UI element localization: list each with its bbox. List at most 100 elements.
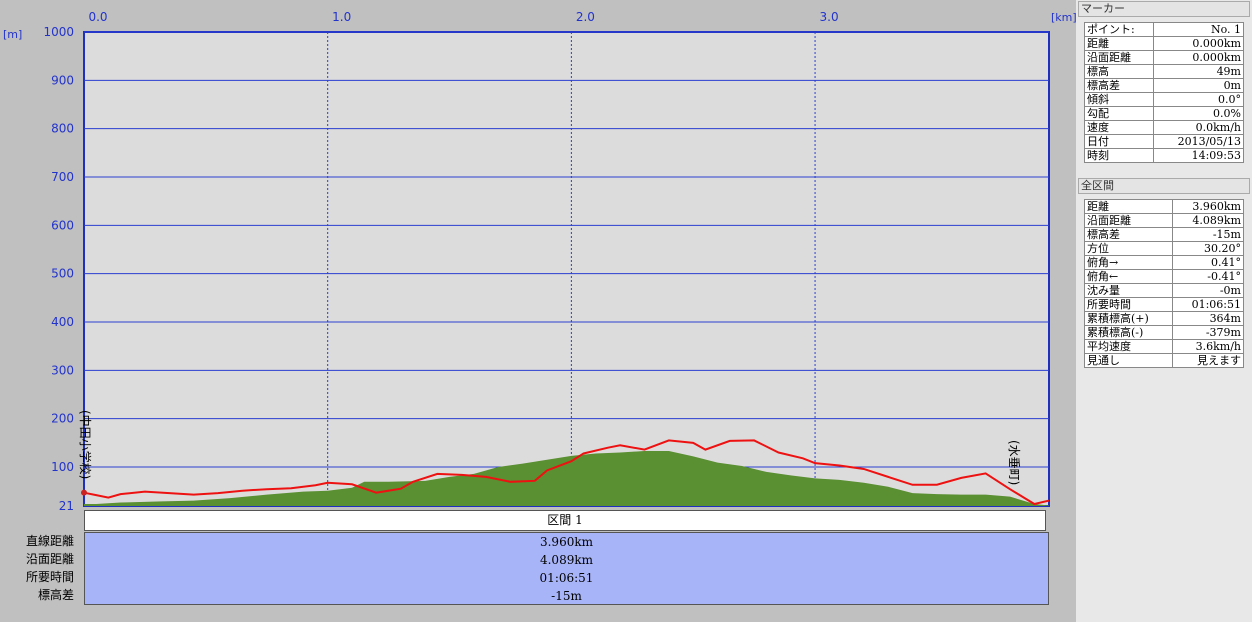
y-unit-label: [m] [3,28,22,41]
y-tick-label: 300 [51,363,74,377]
panel-value: -0.41° [1171,269,1245,284]
section-label: 直線距離 [25,534,74,548]
panel-value: 見えます [1171,353,1245,368]
x-unit-label: [km] [1051,11,1076,24]
panel-row: 方位 30.20° [1084,241,1245,256]
start-marker [81,489,87,496]
panel-value: 0.41° [1171,255,1245,270]
panel-row: 累積標高(-) -379m [1084,325,1245,340]
panel-value: -0m [1171,283,1245,298]
section-value: -15m [551,589,582,603]
panel-row: 日付 2013/05/13 [1083,134,1244,149]
panel-value: 0.0% [1153,106,1244,121]
panel-row: 沈み量 -0m [1084,283,1245,298]
panel-value: 30.20° [1171,241,1245,256]
panel-key: 距離 [1083,36,1155,51]
section-header: 区間 1 [84,510,1046,531]
panel-value: 2013/05/13 [1153,134,1244,149]
y-tick-label: 21 [59,499,74,510]
y-tick-label: 1000 [43,25,74,39]
section-labels: 直線距離 沿面距離 所要時間 標高差 [0,532,80,604]
panel-row: 時刻 14:09:53 [1083,148,1244,163]
panel-value: 364m [1171,311,1245,326]
y-tick-label: 100 [51,460,74,474]
info-panel: マーカー ポイント: No. 1 距離 0.000km 沿面距離 0.000km 標高 49m… [1076,0,1252,622]
y-tick-label: 500 [51,267,74,281]
panel-value: No. 1 [1153,22,1244,37]
panel-key: 累積標高(+) [1084,311,1173,326]
panel-row: ポイント: No. 1 [1083,22,1244,37]
panel-row: 標高差 0m [1083,78,1244,93]
panel-key: 俯角→ [1084,255,1173,270]
panel-value: 0.0km/h [1153,120,1244,135]
panel-row: 標高 49m [1083,64,1244,79]
panel-key: 平均速度 [1084,339,1173,354]
panel-row: 距離 3.960km [1084,199,1245,214]
panel-key: 勾配 [1083,106,1155,121]
panel-row: 累積標高(+) 364m [1084,311,1245,326]
panel-key: 所要時間 [1084,297,1173,312]
panel-key: 沿面距離 [1084,213,1173,228]
panel-value: 0.0° [1153,92,1244,107]
panel-value: -379m [1171,325,1245,340]
panel-row: 沿面距離 0.000km [1083,50,1244,65]
elevation-chart: 1000 900 800 700 600 500 400 300 200 100 21 0.0 1.0… [3,10,1076,510]
panel-row: 俯角← -0.41° [1084,269,1245,284]
x-tick-label: 1.0 [332,10,351,24]
panel-value: -15m [1171,227,1245,242]
panel-key: 距離 [1084,199,1173,214]
panel-key: 標高差 [1083,78,1155,93]
panel-key: 沿面距離 [1083,50,1155,65]
y-tick-label: 400 [51,315,74,329]
panel-row: 距離 0.000km [1083,36,1244,51]
y-tick-label: 800 [51,122,74,136]
panel-row: 傾斜 0.0° [1083,92,1244,107]
panel-row: 所要時間 01:06:51 [1084,297,1245,312]
panel-row: 平均速度 3.6km/h [1084,339,1245,354]
panel-row: 見通し 見えます [1084,353,1245,368]
y-tick-label: 700 [51,170,74,184]
plot-area [83,31,1050,507]
end-label: (水垂町) [1007,440,1021,485]
panel-key: 日付 [1083,134,1155,149]
section-value: 4.089km [539,553,593,567]
section-value: 3.960km [539,535,593,549]
marker-table: ポイント: No. 1 距離 0.000km 沿面距離 0.000km 標高 49m 標高差 0m… [1083,22,1244,163]
panel-key: 標高差 [1084,227,1173,242]
total-table: 距離 3.960km 沿面距離 4.089km 標高差 -15m 方位 30.20° 俯角→ 0.… [1084,199,1245,368]
panel-value: 0.000km [1153,50,1244,65]
panel-value: 0.000km [1153,36,1244,51]
panel-key: 方位 [1084,241,1173,256]
panel-row: 俯角→ 0.41° [1084,255,1245,270]
panel-value: 4.089km [1171,213,1245,228]
section-value: 01:06:51 [539,571,594,585]
panel-value: 0m [1153,78,1244,93]
section-title: 区間 1 [547,513,583,527]
x-tick-label: 3.0 [820,10,839,24]
section-label: 所要時間 [25,570,74,584]
panel-row: 沿面距離 4.089km [1084,213,1245,228]
panel-value: 49m [1153,64,1244,79]
panel-row: 標高差 -15m [1084,227,1245,242]
x-tick-label: 0.0 [88,10,107,24]
panel-value: 3.960km [1171,199,1245,214]
section-label: 沿面距離 [25,552,74,566]
panel-row: 速度 0.0km/h [1083,120,1244,135]
x-tick-label: 2.0 [576,10,595,24]
panel-row: 勾配 0.0% [1083,106,1244,121]
start-label: (中田小学校) [78,410,93,479]
panel-value: 01:06:51 [1171,297,1245,312]
y-tick-label: 600 [51,218,74,232]
panel-key: 時刻 [1083,148,1155,163]
marker-panel-title[interactable]: マーカー [1078,1,1250,17]
total-panel-title[interactable]: 全区間 [1078,178,1250,194]
panel-key: ポイント: [1083,22,1155,37]
panel-key: 沈み量 [1084,283,1173,298]
panel-value: 14:09:53 [1153,148,1244,163]
y-tick-label: 200 [51,412,74,426]
panel-key: 俯角← [1084,269,1173,284]
section-label: 標高差 [37,588,74,602]
panel-value: 3.6km/h [1171,339,1245,354]
section-values-table: 3.960km 4.089km 01:06:51 -15m [84,532,1049,605]
panel-key: 傾斜 [1083,92,1155,107]
